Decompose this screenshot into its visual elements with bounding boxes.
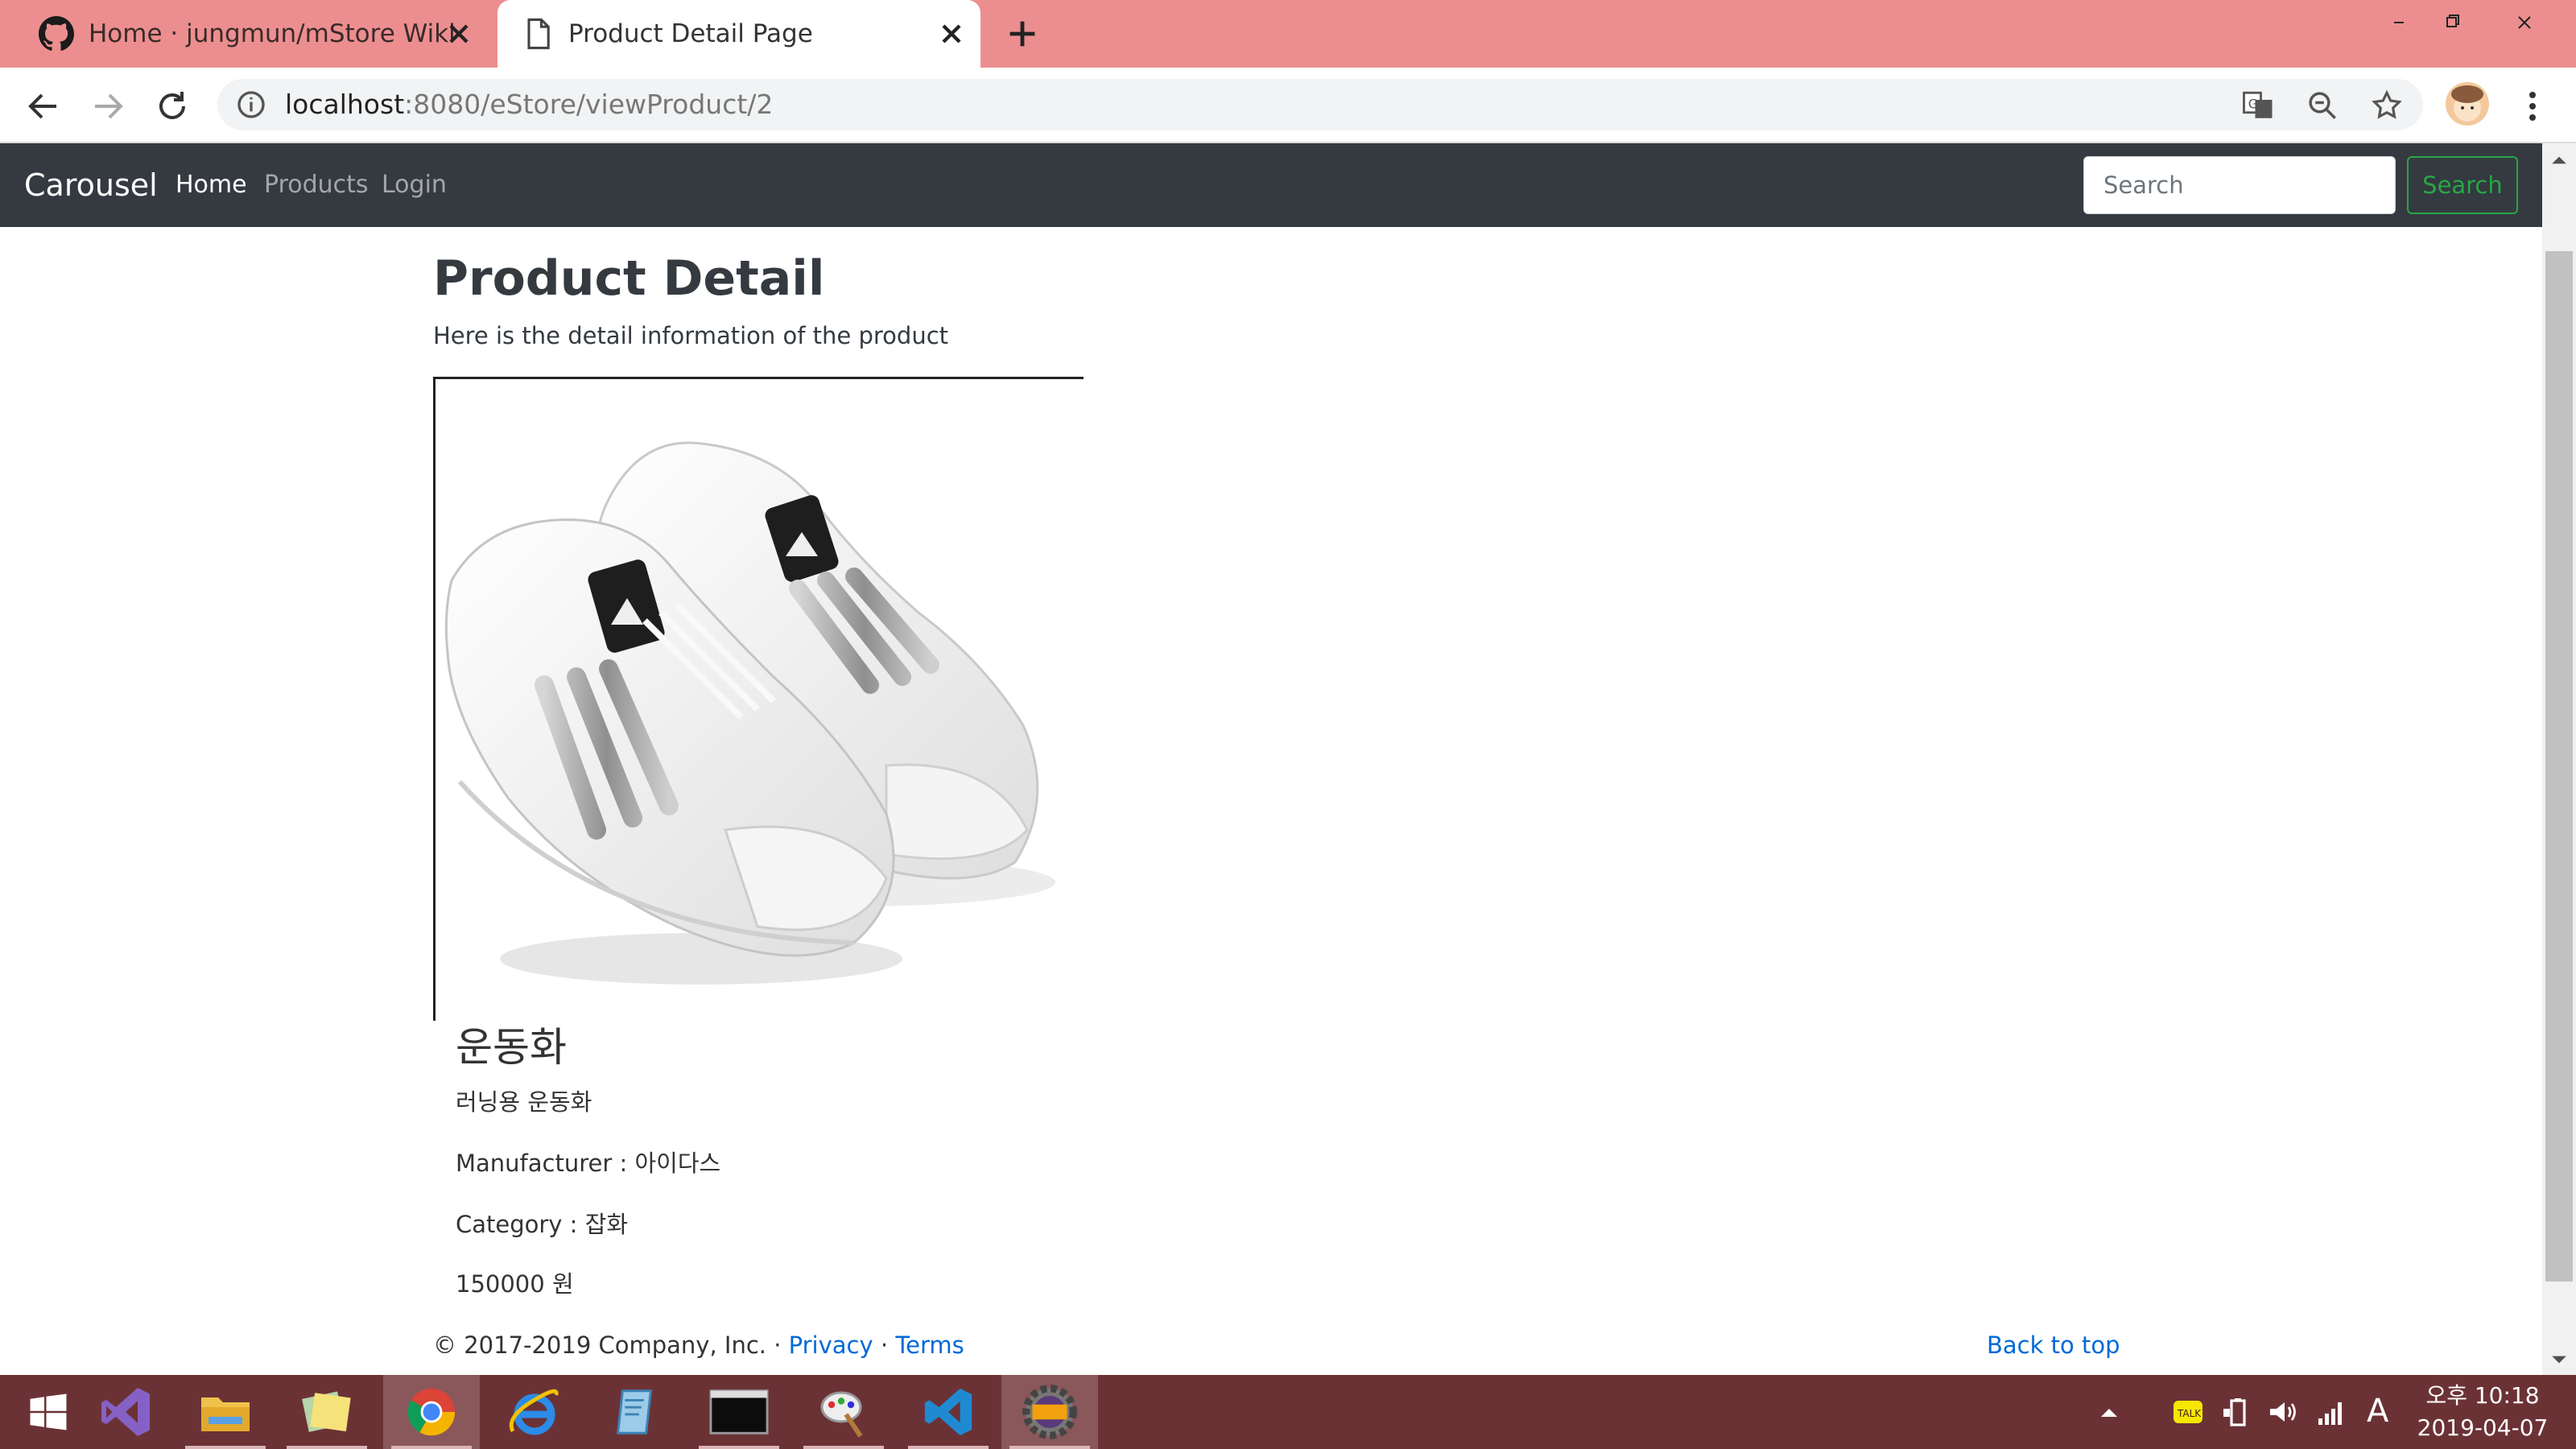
battery-icon[interactable] [2220,1396,2252,1428]
network-signal-icon[interactable] [2315,1396,2347,1428]
footer: © 2017-2019 Company, Inc. · Privacy · Te… [433,1327,964,1364]
java-ee-ide-icon [1022,1385,1077,1439]
page-subtitle: Here is the detail information of the pr… [433,322,949,349]
product-name: 운동화 [456,1024,567,1071]
forward-arrow-icon[interactable] [89,87,127,126]
scroll-up-arrow-icon[interactable] [2550,151,2568,169]
manufacturer-value: 아이다스 [634,1150,721,1177]
show-hidden-icons-icon[interactable] [2093,1396,2125,1428]
category-label: Category : [456,1211,585,1238]
translate-icon[interactable]: G [2241,89,2275,122]
back-arrow-icon[interactable] [24,87,63,126]
product-description: 러닝용 운동화 [456,1088,592,1116]
product-price: 150000 원 [456,1265,574,1302]
price-currency: 원 [551,1270,574,1298]
privacy-link[interactable]: Privacy [789,1331,873,1359]
clock-time: 오후 10:18 [2425,1382,2540,1409]
address-bar[interactable]: localhost:8080/eStore/viewProduct/2 G [217,79,2423,130]
taskbar-terminal[interactable] [691,1375,787,1449]
windows-start-icon [30,1393,67,1430]
info-icon[interactable] [235,89,267,121]
footer-copyright: © 2017-2019 Company, Inc. · [433,1331,789,1359]
taskbar-internet-explorer[interactable] [486,1375,583,1449]
kakaotalk-icon[interactable]: TALK [2172,1396,2204,1428]
vscode-icon [924,1388,972,1436]
terms-link[interactable]: Terms [895,1331,964,1359]
tab-title: Home · jungmun/mStore Wiki [89,19,456,48]
scroll-down-arrow-icon[interactable] [2550,1351,2568,1368]
product-manufacturer: Manufacturer : 아이다스 [456,1145,720,1182]
svg-text:TALK: TALK [2177,1408,2202,1419]
taskbar-java-ee-ide[interactable] [1001,1375,1098,1449]
page-title: Product Detail [433,250,825,307]
menu-dots-icon[interactable] [2513,87,2552,126]
taskbar-sticky-notes[interactable] [279,1375,375,1449]
navbar-brand[interactable]: Carousel [24,164,158,206]
taskbar-chrome[interactable] [383,1375,480,1449]
sneaker-image [444,441,1055,985]
taskbar-notepad[interactable] [586,1375,683,1449]
nav-link-products[interactable]: Products [264,167,369,203]
svg-text:G: G [2248,97,2258,112]
terminal-icon [709,1389,769,1435]
product-category: Category : 잡화 [456,1206,628,1243]
taskbar-visual-studio[interactable] [77,1375,174,1449]
close-icon[interactable] [443,18,475,50]
browser-tab-strip: Home · jungmun/mStore Wiki Product Detai… [0,0,2576,68]
tab-github-wiki[interactable]: Home · jungmun/mStore Wiki [16,0,488,68]
chrome-icon [407,1388,456,1436]
notepad-icon [616,1389,653,1435]
nav-link-login[interactable]: Login [382,167,447,203]
clock-date: 2019-04-07 [2417,1414,2549,1441]
github-icon [39,16,74,52]
browser-toolbar: localhost:8080/eStore/viewProduct/2 G [0,68,2576,143]
search-input[interactable] [2083,156,2396,214]
close-icon[interactable] [935,18,968,50]
volume-icon[interactable] [2267,1396,2299,1428]
taskbar-paint[interactable] [795,1375,892,1449]
sticky-notes-icon [302,1391,351,1432]
url-text[interactable]: localhost:8080/eStore/viewProduct/2 [285,85,773,124]
nav-link-home[interactable]: Home [175,167,247,203]
category-value: 잡화 [584,1211,629,1238]
site-navbar: Carousel Home Products Login Search [0,143,2542,227]
footer-separator: · [873,1331,896,1359]
bookmark-star-icon[interactable] [2370,89,2404,122]
file-explorer-icon [201,1397,250,1431]
url-path: :8080/eStore/viewProduct/2 [404,89,774,120]
product-image-frame [433,377,1084,1021]
taskbar-clock[interactable]: 오후 10:18 2019-04-07 [2410,1380,2555,1444]
window-close-icon[interactable] [2492,0,2557,45]
taskbar-vscode[interactable] [900,1375,997,1449]
scrollbar-thumb[interactable] [2545,251,2573,1282]
search-button[interactable]: Search [2407,156,2518,214]
windows-taskbar: TALK A 오후 10:18 2019-04-07 [0,1375,2576,1449]
profile-avatar[interactable] [2446,82,2489,126]
page-scrollbar[interactable] [2542,143,2576,1375]
ime-indicator[interactable]: A [2367,1391,2388,1431]
page-icon [527,18,550,50]
taskbar-file-explorer[interactable] [177,1375,274,1449]
visual-studio-icon [101,1388,150,1436]
manufacturer-label: Manufacturer : [456,1150,635,1177]
url-host: localhost [285,89,405,120]
restore-icon[interactable] [2420,0,2484,45]
back-to-top-link[interactable]: Back to top [1987,1327,2120,1364]
reload-icon[interactable] [153,87,192,126]
internet-explorer-icon [509,1389,559,1435]
zoom-out-icon[interactable] [2306,89,2339,122]
new-tab-icon[interactable] [1005,16,1040,52]
tab-product-detail[interactable]: Product Detail Page [497,0,980,68]
price-value: 150000 [456,1270,545,1298]
paint-icon [820,1391,863,1438]
tab-title: Product Detail Page [568,19,813,48]
